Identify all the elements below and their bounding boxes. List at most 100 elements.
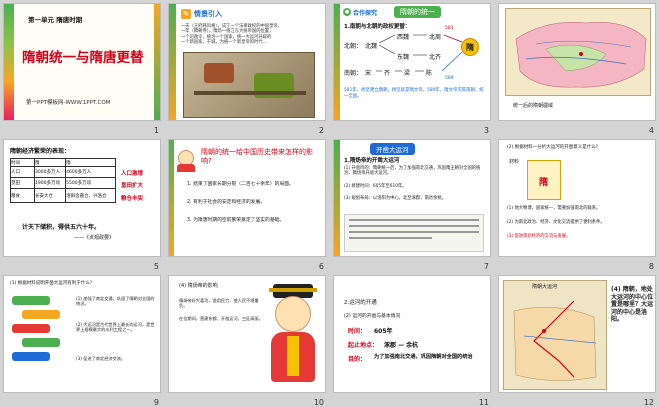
year-south: 589 xyxy=(445,76,454,81)
slide-number: 4 xyxy=(648,125,654,135)
slide-8: (2) 根据材料一分析大运河的开凿意义是什么? 材料 隋 (1) 地大物博，国家… xyxy=(498,139,656,257)
painting-image xyxy=(183,52,315,118)
item-3: (3) 促进南北经济的交流与发展。 xyxy=(507,234,571,239)
quote-text: 计天下储积，得供五六十年。 xyxy=(22,224,101,231)
table-cell: 长安大仓 xyxy=(33,188,67,203)
slide-thumb-5[interactable]: 隋朝经济繁荣的表现： 时间 隋 隋 人口 3000多万人 4600多万人 垦田 … xyxy=(0,136,165,272)
table-cell: 1900多万顷 xyxy=(33,177,67,189)
summary-note: 581年，杨坚建立隋朝，杨坚就是隋文帝。589年，隋文帝灭陈南朝，统一全国。 xyxy=(344,88,484,99)
slide-grid: 第一单元 隋唐时期 隋朝统一与隋唐更替 第一PPT模板网-WWW.1PPT.CO… xyxy=(0,0,660,407)
line-1: 隋炀帝好大喜功，滥用民力，使人民不堪重负。 xyxy=(179,298,259,309)
succession-arrows xyxy=(376,34,463,72)
slide-11: 2.运河的开通 (2) 运河的开凿与基本情况 时间： 605年 起止地点： 涿郡… xyxy=(333,275,491,393)
slide-4: 统一后的隋朝疆域 xyxy=(498,3,656,121)
decor-stripe xyxy=(169,140,174,256)
table-cell: 5500多万顷 xyxy=(65,177,116,189)
slide-number: 2 xyxy=(318,125,324,135)
table-header-cell: 时间 xyxy=(10,158,35,167)
question-text: (4) 隋朝，地处大运河的中心位置是哪里？大运河的中心是洛阳。 xyxy=(611,286,654,323)
economy-table: 时间 隋 隋 人口 3000多万人 4600多万人 垦田 1900多万顷 550… xyxy=(10,158,116,203)
slide-10: (4) 隋炀帝的影响 隋炀帝好大喜功，滥用民力，使人民不堪重负。 在位期间，营建… xyxy=(168,275,326,393)
slide-number: 3 xyxy=(483,125,489,135)
table-header-cell: 隋 xyxy=(33,158,67,167)
slide-number: 1 xyxy=(153,125,159,135)
slide-3: ● 合作探究 隋朝的统一 1.南朝与北朝的政权更替： 北朝： 北魏 西魏 东魏 … xyxy=(333,3,491,121)
emperor-cartoon-image xyxy=(267,284,319,388)
table-cell: 粮食 xyxy=(10,188,35,203)
slide-thumb-2[interactable]: ✎ 情景引入 一天（王府韩风格），成了一个法律政权的中国皇帝， 一年（隋朝寺），… xyxy=(165,0,330,136)
answer-1: 1. 结束了国家长期分裂（二百七十余年）的局面。 xyxy=(187,182,294,187)
purpose-value: 为了加强南北交通，巩固隋朝对全国的统治 xyxy=(374,354,473,360)
sub-question: (2) 运河的开凿与基本情况 xyxy=(344,314,401,319)
paragraph-3: (3) 规划布局：以洛阳为中心，北至涿郡，南达余杭。 xyxy=(344,196,446,201)
slide-5: 隋朝经济繁荣的表现： 时间 隋 隋 人口 3000多万人 4600多万人 垦田 … xyxy=(3,139,161,257)
question-text: (1) 根据材料说明开凿大运河有利于什么? xyxy=(10,281,93,286)
decor-stripe xyxy=(169,4,176,120)
tag-population: 人口激增 xyxy=(121,171,144,177)
slide-number: 7 xyxy=(483,261,489,271)
item-2: (2) 为南北政治、经济、文化交流提供了便利条件。 xyxy=(507,220,605,225)
slide-thumb-12[interactable]: 隋朝大运河 (4) 隋朝，地处大运河的中心位置是哪里？大运河的中心是洛阳。 12 xyxy=(495,272,660,407)
slide-9: (1) 根据材料说明开凿大运河有利于什么? (1) 加强了南北交通，巩固了隋朝对… xyxy=(3,275,161,393)
decor-stripe xyxy=(154,4,160,120)
slide-thumb-9[interactable]: (1) 根据材料说明开凿大运河有利于什么? (1) 加强了南北交通，巩固了隋朝对… xyxy=(0,272,165,407)
year-north: 581 xyxy=(445,26,454,31)
unit-label: 第一单元 隋唐时期 xyxy=(28,16,83,24)
line-2: 在位期间，营建东都、开凿运河、三征高丽。 xyxy=(179,316,263,321)
slide-number: 6 xyxy=(318,261,324,271)
place-label: 起止地点： xyxy=(348,342,379,349)
slide-6: 隋朝的统一给中国历史带来怎样的影响? 1. 结束了国家长期分裂（二百七十余年）的… xyxy=(168,139,326,257)
slide-title: 隋朝统一与隋唐更替 xyxy=(22,50,144,66)
decor-stripe xyxy=(334,140,340,256)
text-block-image xyxy=(344,214,484,252)
slide-title: 隋朝经济繁荣的表现： xyxy=(10,148,71,155)
canal-map-image: 隋朝大运河 xyxy=(503,280,607,390)
footer-text: 第一PPT模板网-WWW.1PPT.COM xyxy=(26,100,111,106)
question-text: (2) 根据材料一分析大运河的开凿意义是什么? xyxy=(507,145,599,150)
flow-diagram xyxy=(12,296,72,376)
slide-number: 12 xyxy=(643,397,654,407)
time-label: 时间： xyxy=(348,328,367,335)
slide-number: 10 xyxy=(313,397,324,407)
answer-2: 2. 有利于社会的安定和经济的发展。 xyxy=(187,200,266,205)
material-label: 材料 xyxy=(509,159,520,165)
slide-thumb-7[interactable]: 开凿大运河 1.隋炀帝的开凿大运河 (1) 开凿目的：隋朝统一后，为了加强南北交… xyxy=(330,136,495,272)
decor-stripe xyxy=(4,4,14,120)
question-text: 隋朝的统一给中国历史带来怎样的影响? xyxy=(201,148,313,165)
sui-chart-image: 隋 xyxy=(527,160,561,200)
section-heading: 情景引入 xyxy=(194,10,222,18)
slide-thumb-1[interactable]: 第一单元 隋唐时期 隋朝统一与隋唐更替 第一PPT模板网-WWW.1PPT.CO… xyxy=(0,0,165,136)
item-1: (1) 加强了南北交通，巩固了隋朝对全国的统治。 xyxy=(76,296,155,307)
slide-thumb-6[interactable]: 隋朝的统一给中国历史带来怎样的影响? 1. 结束了国家长期分裂（二百七十余年）的… xyxy=(165,136,330,272)
slide-2: ✎ 情景引入 一天（王府韩风格），成了一个法律政权的中国皇帝， 一年（隋朝寺），… xyxy=(168,3,326,121)
table-cell: 人口 xyxy=(10,166,35,178)
tag-granary: 粮仓丰实 xyxy=(121,196,144,202)
book-icon: ✎ xyxy=(181,9,191,19)
table-cell: 洛阳含嘉仓、兴洛仓 xyxy=(65,188,116,203)
place-value: 涿郡 — 余杭 xyxy=(384,342,419,349)
slide-thumb-11[interactable]: 2.运河的开通 (2) 运河的开凿与基本情况 时间： 605年 起止地点： 涿郡… xyxy=(330,272,495,407)
item-3: (3) 促进了南北经济交流。 xyxy=(76,356,126,361)
purpose-label: 目的： xyxy=(348,356,367,363)
quote-source: ——《贞观政要》 xyxy=(74,235,115,241)
time-value: 605年 xyxy=(374,328,393,335)
sui-char: 隋 xyxy=(539,178,549,188)
item-1: (1) 地大物博，国家统一，需要加强南北的联系。 xyxy=(507,206,601,211)
slide-number: 9 xyxy=(153,397,159,407)
slide-thumb-4[interactable]: 统一后的隋朝疆域 4 xyxy=(495,0,660,136)
table-cell: 3000多万人 xyxy=(33,166,67,178)
slide-7: 开凿大运河 1.隋炀帝的开凿大运河 (1) 开凿目的：隋朝统一后，为了加强南北交… xyxy=(333,139,491,257)
sui-badge: 隋 xyxy=(461,38,479,56)
intro-text: 一天（王府韩风格），成了一个法律政权的中国皇帝， 一年（隋朝寺），隋炀一统江东大… xyxy=(181,24,321,45)
slide-thumb-10[interactable]: (4) 隋炀帝的影响 隋炀帝好大喜功，滥用民力，使人民不堪重负。 在位期间，营建… xyxy=(165,272,330,407)
table-cell: 垦田 xyxy=(10,177,35,189)
answer-3: 3. 为隋唐时期的空前繁荣奠定了坚实的基础。 xyxy=(187,218,285,223)
item-2: (2) 大运河是古代世界上最长的运河，是世界上规模最大的水利工程之一。 xyxy=(76,322,155,333)
table-header-cell: 隋 xyxy=(65,158,116,167)
slide-thumb-8[interactable]: (2) 根据材料一分析大运河的开凿意义是什么? 材料 隋 (1) 地大物博，国家… xyxy=(495,136,660,272)
slide-1: 第一单元 隋唐时期 隋朝统一与隋唐更替 第一PPT模板网-WWW.1PPT.CO… xyxy=(3,3,161,121)
sub-heading: 2.运河的开通 xyxy=(344,300,377,306)
slide-thumb-3[interactable]: ● 合作探究 隋朝的统一 1.南朝与北朝的政权更替： 北朝： 北魏 西魏 东魏 … xyxy=(330,0,495,136)
table-cell: 4600多万人 xyxy=(65,166,116,178)
slide-number: 8 xyxy=(648,261,654,271)
